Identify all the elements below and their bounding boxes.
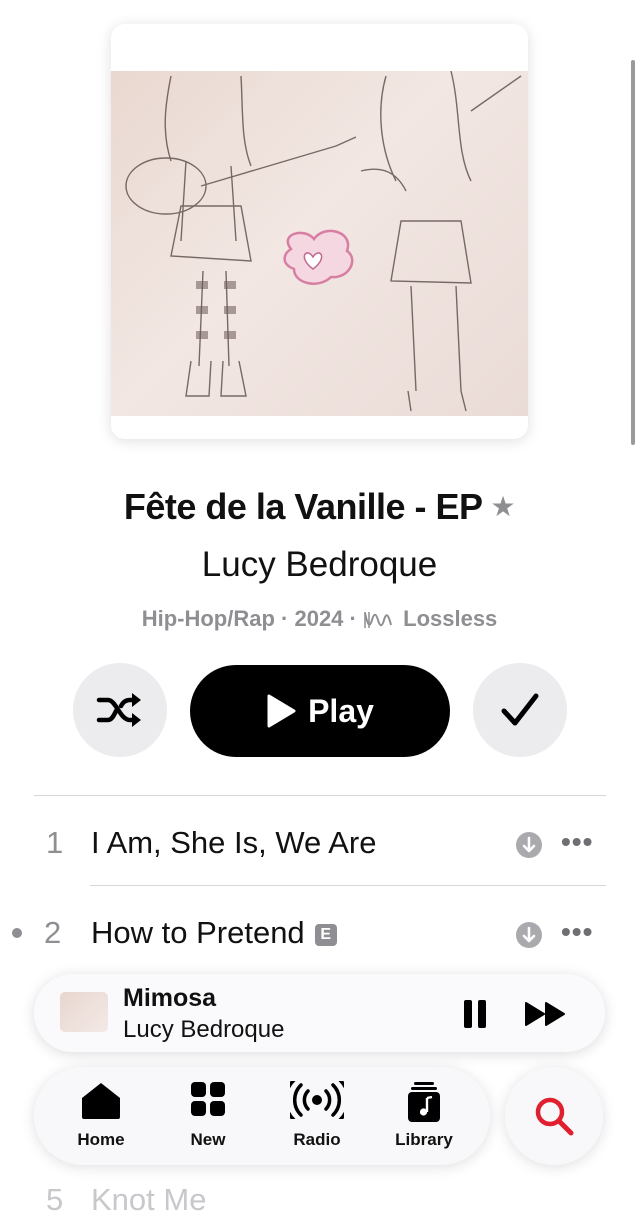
- tab-home[interactable]: Home: [51, 1067, 151, 1165]
- checkmark-icon: [501, 693, 539, 726]
- tab-library[interactable]: Library: [374, 1067, 474, 1165]
- track-number: 2: [44, 915, 62, 950]
- radio-icon: [290, 1081, 344, 1119]
- divider: [90, 885, 606, 886]
- quality-label: Lossless: [403, 606, 498, 631]
- album-artwork: [111, 24, 528, 439]
- search-icon: [535, 1097, 574, 1136]
- divider: [34, 795, 606, 796]
- track-title: How to Pretend: [91, 915, 305, 950]
- more-options-icon[interactable]: •••: [561, 916, 593, 948]
- tab-label: Radio: [293, 1130, 341, 1149]
- now-playing-title: Mimosa: [123, 984, 217, 1012]
- album-title-row: Fête de la Vanille - EP ★: [0, 486, 639, 528]
- play-label: Play: [308, 692, 374, 729]
- download-icon[interactable]: [515, 831, 543, 859]
- artist-name[interactable]: Lucy Bedroque: [0, 545, 639, 585]
- tab-radio[interactable]: Radio: [267, 1067, 367, 1165]
- scrollbar[interactable]: [631, 60, 635, 445]
- track-title-row: How to Pretend E: [91, 915, 337, 951]
- more-options-icon[interactable]: •••: [561, 826, 593, 858]
- download-icon[interactable]: [515, 921, 543, 949]
- tab-new[interactable]: New: [158, 1067, 258, 1165]
- now-playing-indicator: [12, 928, 22, 938]
- search-button[interactable]: [505, 1067, 603, 1165]
- library-icon: [408, 1082, 440, 1122]
- artwork-sketch: [125, 71, 522, 412]
- added-to-library-button[interactable]: [473, 663, 567, 757]
- album-meta: Hip-Hop/Rap · 2024 · Lossless: [141, 606, 498, 631]
- tab-label: Library: [395, 1130, 453, 1149]
- track-title: I Am, She Is, We Are: [91, 825, 377, 860]
- shuffle-icon: [96, 693, 141, 727]
- now-playing-artist: Lucy Bedroque: [123, 1016, 285, 1043]
- album-title: Fête de la Vanille - EP: [123, 486, 483, 527]
- genre-label: Hip-Hop/Rap: [141, 606, 275, 631]
- shuffle-button[interactable]: [73, 663, 167, 757]
- track-row[interactable]: 1 I Am, She Is, We Are •••: [0, 808, 639, 884]
- pause-icon[interactable]: [462, 999, 488, 1029]
- mini-player[interactable]: Mimosa Lucy Bedroque: [34, 974, 605, 1052]
- mini-player-artwork: [60, 992, 108, 1032]
- tab-label: New: [190, 1130, 226, 1149]
- track-row[interactable]: 2 How to Pretend E •••: [0, 898, 639, 974]
- year-label: 2024: [294, 606, 344, 631]
- home-icon: [82, 1083, 120, 1119]
- play-icon: [267, 694, 296, 728]
- lossless-icon: [364, 612, 392, 628]
- track-number: 5: [46, 1182, 64, 1217]
- tab-label: Home: [77, 1130, 125, 1149]
- play-button[interactable]: Play: [190, 665, 450, 757]
- track-number: 1: [46, 825, 64, 860]
- explicit-badge: E: [314, 924, 337, 946]
- skip-forward-icon[interactable]: [525, 1001, 567, 1027]
- star-icon[interactable]: ★: [491, 491, 516, 522]
- track-title[interactable]: Knot Me: [91, 1182, 206, 1218]
- grid-icon: [191, 1082, 225, 1116]
- tab-bar: Home New Radio Library: [34, 1067, 490, 1165]
